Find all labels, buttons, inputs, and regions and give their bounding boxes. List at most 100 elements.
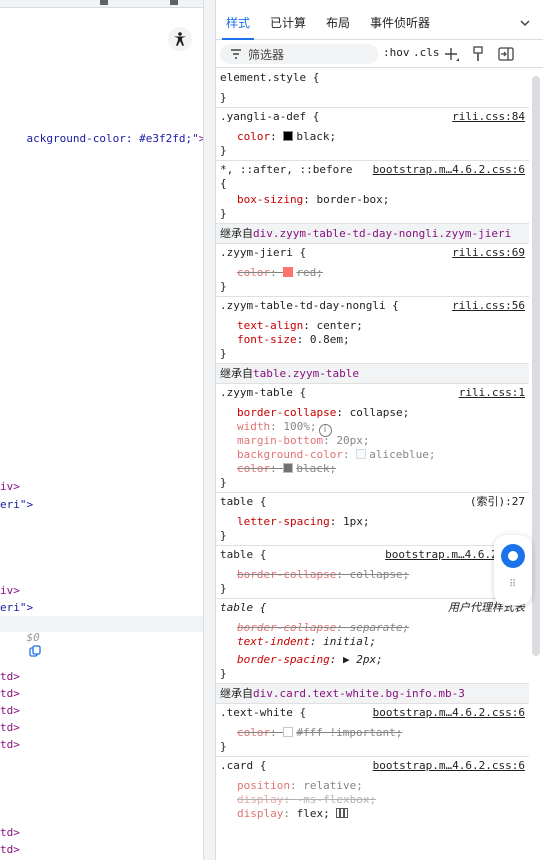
declaration[interactable]: border-collapse: collapse; [220,406,525,420]
tab-styles[interactable]: 样式 [221,8,255,40]
property-name[interactable]: text-align [237,319,303,332]
property-value[interactable]: black [296,462,329,475]
property-value[interactable]: flex [297,807,324,820]
inherited-target-link[interactable]: div.card.text-white.bg-info.mb-3 [253,687,465,700]
declaration[interactable]: background-color: aliceblue; [220,448,525,462]
property-name[interactable]: display [237,793,283,806]
declaration[interactable]: border-collapse: collapse; [220,568,525,582]
style-rule[interactable]: table { bootstrap.m…4.6.2.c border-colla… [216,546,529,599]
property-name[interactable]: font-size [237,333,297,346]
rule-source-link[interactable]: rili.css:56 [452,299,525,313]
property-name[interactable]: border-collapse [237,406,336,419]
rule-source-link[interactable]: bootstrap.m…4.6.2.css:6 [373,163,525,177]
panel-splitter[interactable] [203,0,216,860]
flexbox-editor-icon[interactable] [336,808,349,818]
property-value[interactable]: #fff !important [296,726,395,739]
property-value[interactable]: red [296,266,316,279]
property-value[interactable]: 20px [336,434,363,447]
property-name[interactable]: color [237,130,270,143]
style-rule[interactable]: .card { bootstrap.m…4.6.2.css:6 position… [216,757,529,823]
style-rule[interactable]: .text-white { bootstrap.m…4.6.2.css:6 co… [216,704,529,757]
color-swatch[interactable] [283,267,294,277]
property-name[interactable]: position [237,779,290,792]
dom-line[interactable]: td> [0,738,20,752]
chevron-down-icon[interactable] [519,17,531,29]
dom-line[interactable]: iv> [0,480,20,494]
property-value[interactable]: 2px [356,653,376,666]
style-rule[interactable]: element.style { } [216,68,529,108]
property-name[interactable]: display [237,807,283,820]
property-name[interactable]: border-collapse [237,568,336,581]
property-name[interactable]: letter-spacing [237,515,330,528]
style-rule[interactable]: .zyym-table { rili.css:1 border-collapse… [216,384,529,493]
property-value[interactable]: center [316,319,356,332]
color-swatch[interactable] [283,463,294,473]
style-rule[interactable]: .zyym-table-td-day-nongli { rili.css:56 … [216,297,529,364]
cls-button[interactable]: .cls [413,46,440,59]
hov-button[interactable]: :hov [383,46,410,59]
new-style-rule-icon[interactable] [444,47,460,63]
style-rule[interactable]: .zyym-jieri { rili.css:69 color: red; } [216,244,529,297]
floating-assistant-widget[interactable]: ⠿ [494,535,532,605]
toggle-sidebar-icon[interactable] [498,47,514,61]
declaration[interactable]: display: -ms-flexbox; [220,793,525,807]
dom-line[interactable]: td> [0,687,20,701]
style-rule[interactable]: table { (索引):27 letter-spacing: 1px; } [216,493,529,546]
property-value[interactable]: 100% [283,420,310,433]
property-name[interactable]: background-color [237,448,343,461]
rule-source-link[interactable]: rili.css:1 [459,386,525,400]
inherited-target-link[interactable]: div.zyym-table-td-day-nongli.zyym-jieri [253,227,511,240]
property-name[interactable]: width [237,420,270,433]
rule-selector[interactable]: table { [220,495,266,508]
property-value[interactable]: black [296,130,329,143]
color-swatch[interactable] [283,727,294,737]
color-swatch[interactable] [356,449,367,459]
declaration[interactable]: margin-bottom: 20px; [220,434,525,448]
dom-line[interactable]: eri"> [0,601,33,615]
dom-line[interactable]: eri"> [0,498,33,512]
dom-line[interactable]: td> [0,704,20,718]
dom-line[interactable]: $0 [0,617,41,673]
accessibility-tree-button[interactable] [168,27,192,51]
declaration[interactable]: color: black; [220,130,525,144]
assistant-icon[interactable] [501,544,525,568]
tab-event-listeners[interactable]: 事件侦听器 [370,8,430,39]
inherited-target-link[interactable]: table.zyym-table [253,367,359,380]
rule-selector[interactable]: .yangli-a-def { [220,110,319,123]
declaration[interactable]: font-size: 0.8em; [220,333,525,347]
property-value[interactable]: 0.8em [310,333,343,346]
paint-brush-icon[interactable] [472,46,484,62]
rule-source-link[interactable]: (索引):27 [470,495,525,509]
tab-layout[interactable]: 布局 [326,8,350,39]
declaration[interactable]: width: 100%; i [220,420,525,437]
rule-source-link[interactable]: bootstrap.m…4.6.2.css:6 [373,706,525,720]
property-name[interactable]: border-collapse [237,621,336,634]
property-name[interactable]: margin-bottom [237,434,323,447]
style-rule[interactable]: .yangli-a-def { rili.css:84 color: black… [216,108,529,161]
property-value[interactable]: 1px [343,515,363,528]
property-value[interactable]: border-box [316,193,382,206]
tab-computed[interactable]: 已计算 [270,8,306,39]
dom-line[interactable]: td> [0,670,20,684]
declaration[interactable]: letter-spacing: 1px; [220,515,525,529]
property-value[interactable]: separate [350,621,403,634]
property-value[interactable]: aliceblue [369,448,429,461]
rule-source-link[interactable]: rili.css:84 [452,110,525,124]
style-rule[interactable]: *, ::after, ::before bootstrap.m…4.6.2.c… [216,161,529,224]
dom-line[interactable]: td> [0,721,20,735]
declaration[interactable]: position: relative; [220,779,525,793]
filter-input[interactable]: 筛选器 [220,44,378,64]
rule-source-link[interactable]: bootstrap.m…4.6.2.css:6 [373,759,525,773]
property-name[interactable]: text-indent [237,635,310,648]
style-rule[interactable]: table { 用户代理样式表 border-collapse: separat… [216,599,529,684]
rule-source-link[interactable]: rili.css:69 [452,246,525,260]
styles-scrollbar-thumb[interactable] [532,76,540,656]
declaration[interactable]: color: #fff !important; [220,726,525,740]
rule-selector[interactable]: *, ::after, ::before [220,163,352,176]
rule-selector[interactable]: table { [220,601,266,614]
rule-selector[interactable]: element.style { [220,71,525,85]
property-name[interactable]: color [237,726,270,739]
property-name[interactable]: color [237,266,270,279]
property-value[interactable]: initial [323,635,369,648]
drag-handle-icon[interactable]: ⠿ [509,579,516,590]
